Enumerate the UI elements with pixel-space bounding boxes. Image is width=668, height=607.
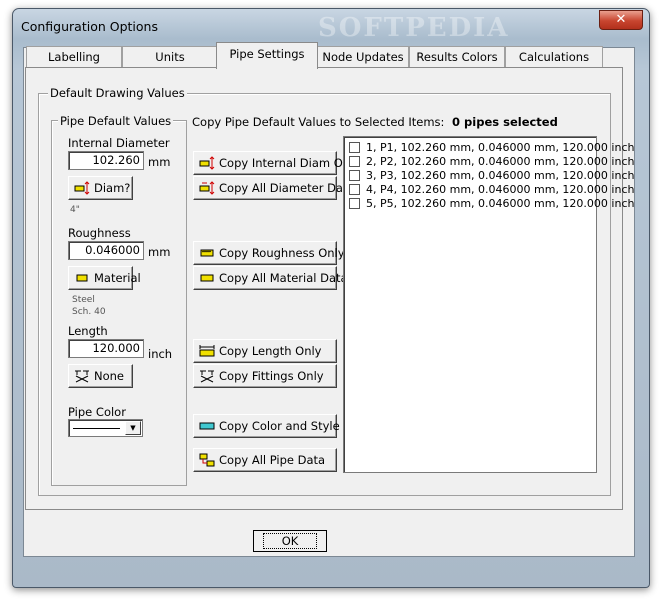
ok-button-label: OK xyxy=(262,533,318,549)
fittings-icon xyxy=(200,370,214,383)
length-label: Length xyxy=(68,324,108,338)
internal-diameter-input[interactable]: 102.260 xyxy=(68,151,144,170)
length-unit: inch xyxy=(148,347,173,361)
pipe-entry-text: 2, P2, 102.260 mm, 0.046000 mm, 120.000 … xyxy=(366,155,635,168)
all-pipe-data-icon xyxy=(199,453,215,467)
material-button-label: Material xyxy=(94,271,141,285)
copy-all-material-label: Copy All Material Data xyxy=(219,271,348,285)
color-style-icon xyxy=(199,422,215,430)
copy-header-text: Copy Pipe Default Values to Selected Ite… xyxy=(192,115,445,129)
length-input[interactable]: 120.000 xyxy=(68,339,144,358)
roughness-unit: mm xyxy=(148,245,171,259)
tab-labelling[interactable]: Labelling xyxy=(26,46,122,67)
pipe-list[interactable]: 1, P1, 102.260 mm, 0.046000 mm, 120.000 … xyxy=(343,136,634,473)
diameter-icon xyxy=(199,156,215,170)
list-item[interactable]: 4, P4, 102.260 mm, 0.046000 mm, 120.000 … xyxy=(349,183,634,196)
selected-count: 0 pipes selected xyxy=(452,115,558,129)
copy-header: Copy Pipe Default Values to Selected Ite… xyxy=(192,115,558,129)
pipe-color-combo[interactable]: ▼ xyxy=(68,419,143,437)
length-icon xyxy=(199,345,215,357)
copy-fittings-label: Copy Fittings Only xyxy=(219,369,324,383)
material-note-schedule: Sch. 40 xyxy=(72,307,106,317)
copy-all-diameter-button[interactable]: Copy All Diameter Data xyxy=(193,176,355,200)
copy-length-button[interactable]: Copy Length Only xyxy=(193,339,337,363)
roughness-label: Roughness xyxy=(68,226,131,240)
softpedia-watermark: SOFTPEDIA xyxy=(318,13,510,43)
diameter-data-icon xyxy=(199,181,215,195)
material-note-steel: Steel xyxy=(72,295,95,305)
material-icon xyxy=(200,274,214,282)
copy-internal-diam-button[interactable]: Copy Internal Diam Only xyxy=(193,151,360,175)
roughness-icon xyxy=(200,249,214,257)
pipe-checkbox[interactable] xyxy=(349,142,360,153)
copy-internal-diam-label: Copy Internal Diam Only xyxy=(219,156,361,170)
pipe-entry-text: 4, P4, 102.260 mm, 0.046000 mm, 120.000 … xyxy=(366,183,635,196)
diameter-note: 4" xyxy=(70,205,80,215)
pipe-checkbox[interactable] xyxy=(349,184,360,195)
pipe-checkbox[interactable] xyxy=(349,156,360,167)
material-icon xyxy=(76,274,88,282)
list-item[interactable]: 3, P3, 102.260 mm, 0.046000 mm, 120.000 … xyxy=(349,169,634,182)
copy-all-diameter-label: Copy All Diameter Data xyxy=(219,181,355,195)
diameter-unit: mm xyxy=(148,155,171,169)
internal-diameter-label: Internal Diameter xyxy=(68,136,170,150)
pipe-entry-text: 3, P3, 102.260 mm, 0.046000 mm, 120.000 … xyxy=(366,169,635,182)
diameter-button[interactable]: Diam? xyxy=(68,176,133,200)
pipe-checkbox[interactable] xyxy=(349,170,360,181)
diameter-button-label: Diam? xyxy=(94,181,131,195)
default-drawing-legend: Default Drawing Values xyxy=(48,86,187,100)
copy-length-label: Copy Length Only xyxy=(219,344,322,358)
roughness-input[interactable]: 0.046000 xyxy=(68,241,144,260)
tab-calculations[interactable]: Calculations xyxy=(505,46,603,67)
pipe-defaults-legend: Pipe Default Values xyxy=(58,114,174,128)
copy-all-pipe-button[interactable]: Copy All Pipe Data xyxy=(193,448,337,472)
copy-all-material-button[interactable]: Copy All Material Data xyxy=(193,266,348,290)
tab-results-colors[interactable]: Results Colors xyxy=(409,46,505,67)
dropdown-arrow-icon[interactable]: ▼ xyxy=(125,421,141,435)
diameter-icon xyxy=(74,181,90,195)
copy-roughness-button[interactable]: Copy Roughness Only xyxy=(193,241,345,265)
list-item[interactable]: 1, P1, 102.260 mm, 0.046000 mm, 120.000 … xyxy=(349,141,634,154)
window-title: Configuration Options xyxy=(21,19,158,34)
close-button[interactable]: ✕ xyxy=(599,10,643,30)
pipe-entry-text: 1, P1, 102.260 mm, 0.046000 mm, 120.000 … xyxy=(366,141,635,154)
copy-color-style-button[interactable]: Copy Color and Style xyxy=(193,414,340,438)
tab-pipe-settings[interactable]: Pipe Settings xyxy=(216,42,318,69)
fittings-button-label: None xyxy=(94,369,125,383)
copy-all-pipe-label: Copy All Pipe Data xyxy=(219,453,326,467)
pipe-checkbox[interactable] xyxy=(349,198,360,209)
fittings-icon xyxy=(75,370,89,383)
material-button[interactable]: Material xyxy=(68,266,141,290)
copy-fittings-button[interactable]: Copy Fittings Only xyxy=(193,364,337,388)
list-item[interactable]: 5, P5, 102.260 mm, 0.046000 mm, 120.000 … xyxy=(349,197,634,210)
tab-node-updates[interactable]: Node Updates xyxy=(317,46,409,67)
pipe-color-label: Pipe Color xyxy=(68,405,126,419)
ok-button[interactable]: OK xyxy=(253,530,327,552)
tab-units[interactable]: Units xyxy=(122,46,218,67)
pipe-entry-text: 5, P5, 102.260 mm, 0.046000 mm, 120.000 … xyxy=(366,197,635,210)
copy-roughness-label: Copy Roughness Only xyxy=(219,246,345,260)
fittings-button[interactable]: None xyxy=(68,364,133,388)
copy-color-style-label: Copy Color and Style xyxy=(219,419,340,433)
list-item[interactable]: 2, P2, 102.260 mm, 0.046000 mm, 120.000 … xyxy=(349,155,634,168)
color-line-preview xyxy=(73,428,120,429)
